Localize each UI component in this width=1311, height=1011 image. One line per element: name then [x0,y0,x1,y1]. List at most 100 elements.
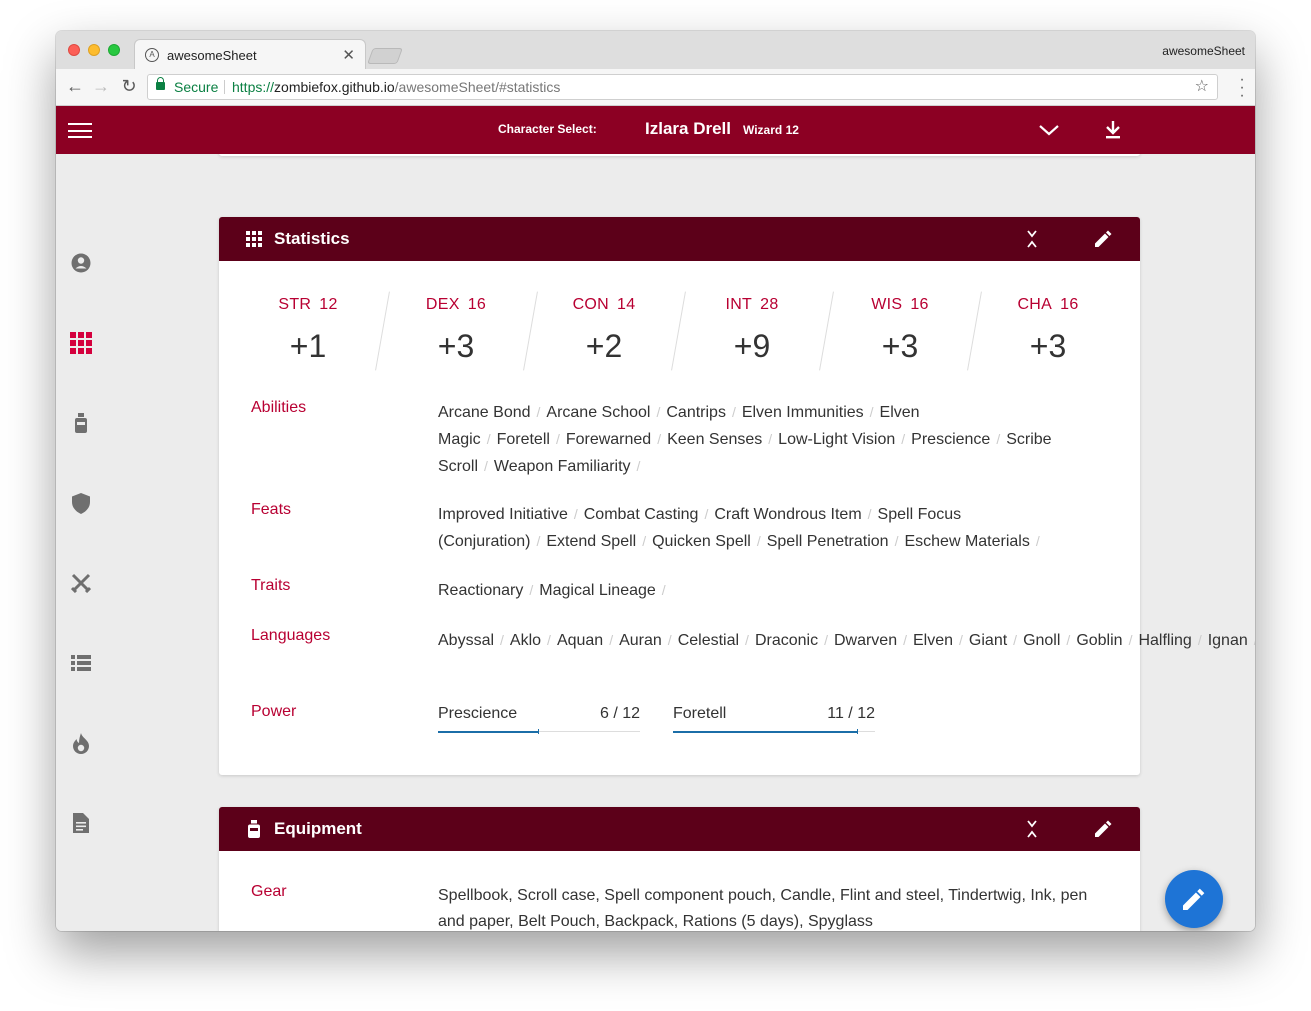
list-item[interactable]: Forewarned [566,431,651,448]
shield-icon [72,492,90,514]
list-item[interactable]: Low-Light Vision [778,431,895,448]
list-item[interactable]: Aquan [557,632,603,649]
list-item[interactable]: Magical Lineage [539,582,656,599]
list-item[interactable]: Elven Immunities [742,404,864,421]
list-item[interactable]: Auran [619,632,662,649]
sidebar-item-equipment[interactable] [70,412,92,434]
download-icon[interactable] [1104,120,1122,140]
pill-separator: / [1254,632,1255,648]
list-item[interactable]: Improved Initiative [438,506,568,523]
list-item[interactable]: Dwarven [834,632,897,649]
pill-separator: / [536,533,541,549]
list-item[interactable]: Goblin [1076,632,1122,649]
stat-modifier: +3 [1029,328,1067,364]
gear-row: Gear Spellbook, Scroll case, Spell compo… [251,883,1111,931]
stat-wis[interactable]: WIS 16 +3 [826,291,974,371]
close-window-button[interactable] [68,44,80,56]
fire-icon [73,732,89,754]
stat-score: 16 [467,296,487,313]
list-item[interactable]: Extend Spell [546,533,636,550]
sidebar-item-spells[interactable] [70,732,92,754]
stat-dex[interactable]: DEX 16 +3 [382,291,530,371]
pill-separator: / [756,533,761,549]
pill-separator: / [959,632,963,648]
list-item[interactable]: Craft Wondrous Item [714,506,861,523]
list-item[interactable]: Prescience [911,431,990,448]
tab-strip: A awesomeSheet ✕ awesomeSheet [56,31,1255,70]
forward-arrow-icon[interactable]: → [90,75,112,97]
sidebar-item-notes[interactable] [70,812,92,834]
list-item[interactable]: Elven [913,632,953,649]
list-item[interactable]: Eschew Materials [904,533,1029,550]
collapse-icon[interactable] [1024,229,1040,249]
new-tab-button[interactable] [367,48,403,64]
chevron-down-icon[interactable] [1038,122,1060,138]
character-name[interactable]: Izlara Drell [645,119,731,139]
edit-fab-button[interactable] [1165,870,1223,928]
stat-cha[interactable]: CHA 16 +3 [974,291,1122,371]
power-name: Prescience [438,705,518,722]
power-foretell[interactable]: Foretell 11 / 12 [673,703,875,735]
pill-separator: / [869,404,874,420]
stat-con[interactable]: CON 14 +2 [530,291,678,371]
pill-separator: / [903,632,907,648]
reload-icon[interactable]: ↻ [118,75,140,97]
list-item[interactable]: Halfling [1138,632,1191,649]
list-item[interactable]: Ignan [1208,632,1248,649]
stat-str[interactable]: STR 12 +1 [234,291,382,371]
list-item[interactable]: Weapon Familiarity [494,458,631,475]
list-item[interactable]: Celestial [678,632,739,649]
stat-name: CON [572,296,610,313]
power-prescience[interactable]: Prescience 6 / 12 [438,703,640,735]
abilities-row: Abilities Arcane Bond / Arcane School / Cant… [251,399,1111,479]
hamburger-menu-icon[interactable] [68,123,92,138]
pill-separator: / [1035,533,1040,549]
statistics-card: Statistics STR 12 +1 DEX 16 +3 CON 14 +2 [219,217,1255,775]
list-item[interactable]: Reactionary [438,582,523,599]
address-bar[interactable]: Secure https://zombiefox.github.io/aweso… [147,74,1218,100]
url-scheme: https:// [232,79,275,95]
sidebar-item-skills[interactable] [70,652,92,674]
edit-pencil-icon[interactable] [1095,820,1112,837]
list-item[interactable]: Abyssal [438,632,494,649]
browser-menu-icon[interactable]: · · · [1239,72,1245,104]
list-item[interactable]: Combat Casting [584,506,699,523]
sidebar-item-defense[interactable] [70,492,92,514]
equipment-card: Equipment Gear Spellbook, Scroll case, S… [219,807,1140,931]
list-item[interactable]: Arcane School [546,404,650,421]
list-item[interactable]: Keen Senses [667,431,762,448]
bookmark-star-icon[interactable]: ☆ [1195,75,1209,99]
pill-separator: / [573,506,578,522]
url-text[interactable]: https://zombiefox.github.io/awesomeSheet… [232,75,560,99]
pill-separator: / [1197,632,1202,648]
list-item[interactable]: Spell Penetration [767,533,889,550]
traits-label: Traits [251,577,291,594]
sidebar [56,154,104,931]
list-item[interactable]: Foretell [497,431,550,448]
tab-close-icon[interactable]: ✕ [342,46,355,64]
collapse-icon[interactable] [1024,819,1040,839]
sidebar-item-statistics[interactable] [70,332,92,354]
edit-pencil-icon[interactable] [1095,230,1112,247]
browser-tab[interactable]: A awesomeSheet ✕ [134,39,366,70]
list-item[interactable]: Quicken Spell [652,533,751,550]
url-host: zombiefox.github.io [274,79,395,95]
maximize-window-button[interactable] [108,44,120,56]
list-item[interactable]: Draconic [755,632,818,649]
sidebar-item-offense[interactable] [70,572,92,594]
list-item[interactable]: Gnoll [1023,632,1060,649]
list-item[interactable]: Aklo [510,632,541,649]
pill-separator: / [731,404,736,420]
stat-int[interactable]: INT 28 +9 [678,291,826,371]
pill-separator: / [1013,632,1018,648]
stat-label: WIS 16 [826,296,974,314]
list-item[interactable]: Giant [969,632,1007,649]
sidebar-item-character[interactable] [70,252,92,274]
list-item[interactable]: Arcane Bond [438,404,531,421]
minimize-window-button[interactable] [88,44,100,56]
profile-name[interactable]: awesomeSheet [1162,44,1245,58]
pill-separator: / [996,431,1001,447]
equipment-card-header: Equipment [219,807,1140,851]
list-item[interactable]: Cantrips [666,404,726,421]
back-arrow-icon[interactable]: ← [64,75,86,97]
